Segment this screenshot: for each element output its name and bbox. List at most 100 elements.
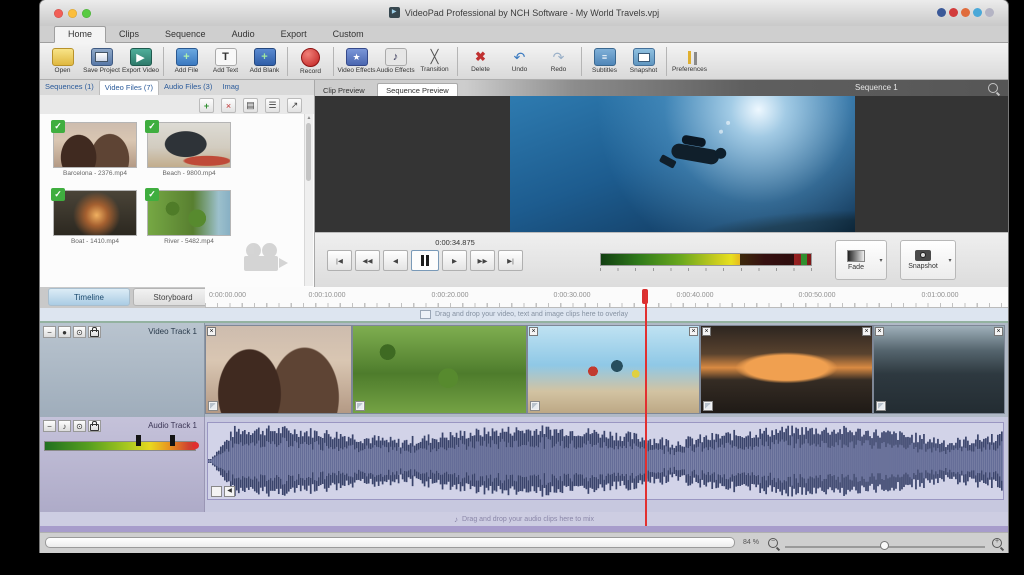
bin-select-icon[interactable]: ↗ xyxy=(287,98,302,113)
transition-x-icon[interactable]: × xyxy=(207,327,216,336)
playhead-line[interactable] xyxy=(645,291,647,526)
add-blank-button[interactable]: + Add Blank xyxy=(245,44,284,78)
lock-track-icon[interactable] xyxy=(88,420,101,432)
snapshot-toolbar-button[interactable]: Snapshot xyxy=(624,44,663,78)
video-track-content[interactable]: × × × × × × × xyxy=(205,323,1008,417)
timeline-clip-beach[interactable]: × × xyxy=(527,325,700,414)
media-item-river[interactable]: ✓ River - 5482.mp4 xyxy=(144,188,234,245)
transition-x-icon[interactable]: × xyxy=(862,327,871,336)
scroll-up-icon[interactable]: ▲ xyxy=(305,114,313,121)
delete-button[interactable]: ✖ Delete xyxy=(461,44,500,78)
video-track-header[interactable]: − ● ⊙ Video Track 1 xyxy=(40,323,205,417)
transition-x-icon[interactable]: × xyxy=(994,327,1003,336)
google-plus-icon[interactable] xyxy=(961,8,970,17)
timeline-clip-river[interactable] xyxy=(352,325,527,414)
audio-effects-button[interactable]: ♪ Audio Effects xyxy=(376,44,415,78)
bin-delete-icon[interactable]: × xyxy=(221,98,236,113)
clip-effect-badge[interactable] xyxy=(530,401,540,411)
clip-effect-badge[interactable] xyxy=(876,401,886,411)
video-frame-scuba-diver[interactable] xyxy=(510,96,855,232)
transition-button[interactable]: ╳ Transition xyxy=(415,44,454,78)
tab-audio[interactable]: Audio xyxy=(219,27,268,42)
tab-clips[interactable]: Clips xyxy=(106,27,152,42)
clip-effect-badge[interactable] xyxy=(355,401,365,411)
horizontal-scrollbar[interactable] xyxy=(45,537,735,548)
level-handle[interactable] xyxy=(170,435,175,446)
transition-x-icon[interactable]: × xyxy=(529,327,538,336)
timeline-view-tab[interactable]: Timeline xyxy=(48,288,130,306)
export-video-button[interactable]: ▶ Export Video xyxy=(121,44,160,78)
add-file-button[interactable]: + Add File xyxy=(167,44,206,78)
level-handle[interactable] xyxy=(136,435,141,446)
go-to-end-button[interactable]: ▶| xyxy=(498,250,523,271)
track-visibility-icon[interactable]: ⊙ xyxy=(73,420,86,432)
tab-sequence[interactable]: Sequence xyxy=(152,27,219,42)
transition-x-icon[interactable]: × xyxy=(702,327,711,336)
bin-tab-video-files[interactable]: Video Files (7) xyxy=(98,80,159,95)
next-frame-button[interactable]: ▶ xyxy=(442,250,467,271)
subtitles-button[interactable]: ≡ Subtitles xyxy=(585,44,624,78)
audio-track-header[interactable]: − ♪ ⊙ Audio Track 1 xyxy=(40,417,205,512)
preferences-button[interactable]: Preferences xyxy=(670,44,709,78)
audio-clip-badge[interactable]: ◀ xyxy=(224,486,235,497)
bin-list-view-icon[interactable]: ☰ xyxy=(265,98,280,113)
facebook-icon[interactable] xyxy=(937,8,946,17)
tab-export[interactable]: Export xyxy=(268,27,320,42)
fade-button[interactable]: Fade xyxy=(835,240,877,280)
snapshot-button[interactable]: Snapshot xyxy=(900,240,946,280)
fast-forward-button[interactable]: ▶▶ xyxy=(470,250,495,271)
time-ruler[interactable]: 0:00:00.000 0:00:10.000 0:00:20.000 0:00… xyxy=(205,287,1008,308)
timeline-clip-barcelona[interactable]: × xyxy=(205,325,352,414)
video-effects-button[interactable]: ★ Video Effects xyxy=(337,44,376,78)
collapse-track-icon[interactable]: − xyxy=(43,326,56,338)
snapshot-dropdown-button[interactable]: ▾ xyxy=(945,240,956,280)
zoom-out-icon[interactable]: − xyxy=(768,538,778,548)
open-button[interactable]: Open xyxy=(43,44,82,78)
collapse-track-icon[interactable]: − xyxy=(43,420,56,432)
timeline-clip-lake[interactable]: × × xyxy=(873,325,1005,414)
bin-vertical-scrollbar[interactable]: ▲ xyxy=(304,114,313,286)
transition-x-icon[interactable]: × xyxy=(689,327,698,336)
clip-effect-badge[interactable] xyxy=(703,401,713,411)
preview-zoom-icon[interactable] xyxy=(988,83,998,93)
bin-add-icon[interactable]: + xyxy=(199,98,214,113)
bin-tab-images[interactable]: Imag xyxy=(217,80,244,95)
audio-track-content[interactable]: ◀ xyxy=(205,417,1008,512)
previous-frame-button[interactable]: ◀ xyxy=(383,250,408,271)
tab-home[interactable]: Home xyxy=(54,26,107,43)
more-social-icon[interactable] xyxy=(985,8,994,17)
track-visibility-icon[interactable]: ⊙ xyxy=(73,326,86,338)
record-track-icon[interactable]: ● xyxy=(58,326,71,338)
undo-button[interactable]: ↶ Undo xyxy=(500,44,539,78)
timeline-clip-sunset[interactable]: × × xyxy=(700,325,873,414)
audio-clip-badge[interactable] xyxy=(211,486,222,497)
scrollbar-thumb[interactable] xyxy=(306,123,311,181)
track-audio-icon[interactable]: ♪ xyxy=(58,420,71,432)
go-to-start-button[interactable]: |◀ xyxy=(327,250,352,271)
media-item-beach[interactable]: ✓ Beach - 9800.mp4 xyxy=(144,120,234,177)
youtube-icon[interactable] xyxy=(949,8,958,17)
save-project-button[interactable]: Save Project xyxy=(82,44,121,78)
zoom-in-icon[interactable]: + xyxy=(992,538,1002,548)
bin-tab-audio-files[interactable]: Audio Files (3) xyxy=(159,80,217,95)
bin-grid-view-icon[interactable]: ▤ xyxy=(243,98,258,113)
storyboard-view-tab[interactable]: Storyboard xyxy=(133,288,213,306)
timeline-panel: Timeline Storyboard 0:00:00.000 0:00:10.… xyxy=(40,287,1008,553)
audio-clip-waveform[interactable]: ◀ xyxy=(207,422,1004,500)
fade-dropdown-button[interactable]: ▾ xyxy=(876,240,887,280)
pause-button[interactable] xyxy=(411,250,439,271)
add-text-button[interactable]: T Add Text xyxy=(206,44,245,78)
media-item-boat[interactable]: ✓ Boat - 1410.mp4 xyxy=(50,188,140,245)
tab-custom[interactable]: Custom xyxy=(320,27,377,42)
lock-track-icon[interactable] xyxy=(88,326,101,338)
zoom-slider-handle[interactable] xyxy=(880,541,889,550)
media-item-barcelona[interactable]: ✓ Barcelona - 2376.mp4 xyxy=(50,120,140,177)
bin-tab-sequences[interactable]: Sequences (1) xyxy=(40,80,99,95)
preferences-icon xyxy=(680,49,700,65)
rewind-button[interactable]: ◀◀ xyxy=(355,250,380,271)
twitter-icon[interactable] xyxy=(973,8,982,17)
record-button[interactable]: Record xyxy=(291,44,330,78)
clip-effect-badge[interactable] xyxy=(208,401,218,411)
transition-x-icon[interactable]: × xyxy=(875,327,884,336)
redo-button[interactable]: ↷ Redo xyxy=(539,44,578,78)
